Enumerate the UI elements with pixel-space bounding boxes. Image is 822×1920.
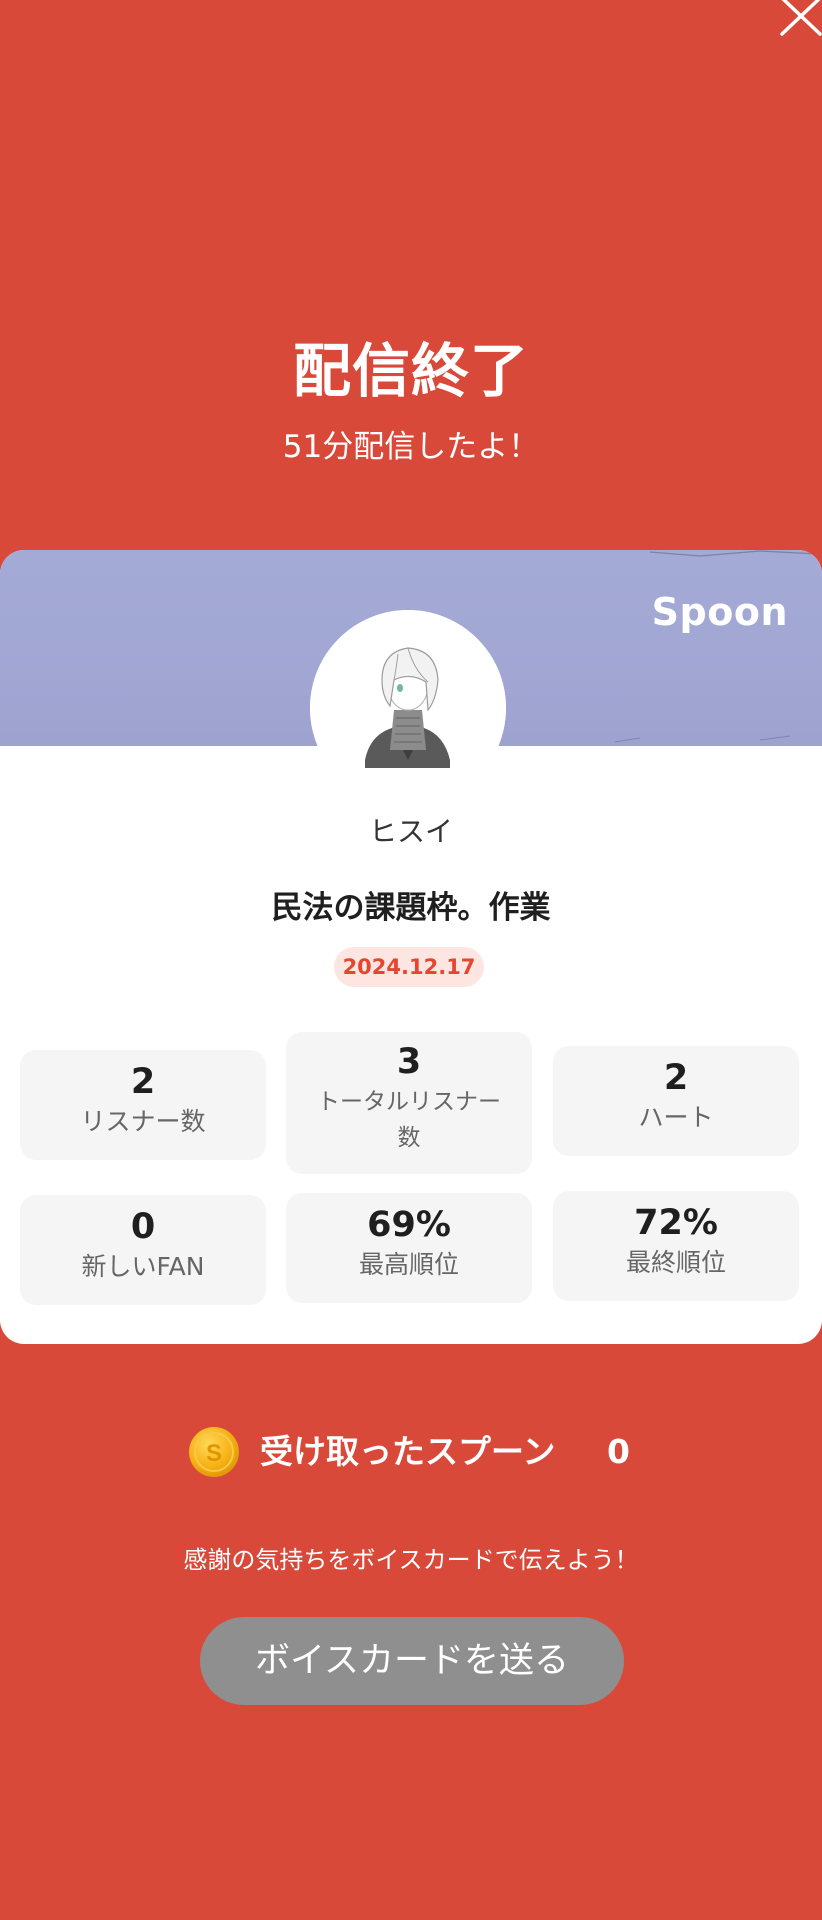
stat-value: 72%: [634, 1203, 718, 1243]
stat-listeners: 2 リスナー数: [20, 1050, 266, 1160]
stat-label: 最終順位: [625, 1248, 726, 1277]
profile-avatar-drawing: [310, 610, 506, 806]
stat-hearts: 2 ハート: [553, 1046, 799, 1156]
page-title: 配信終了: [292, 337, 529, 405]
broadcast-duration-text: 51分配信したよ！: [282, 429, 540, 465]
stat-value: 2: [130, 1062, 156, 1102]
broadcast-result-card: Spoon ヒスイ 民法の課題枠。作業 2024.12.17 2 リスナー数 3…: [0, 550, 822, 1344]
received-spoons: S 受け取ったスプーン 0: [0, 1420, 822, 1484]
close-button[interactable]: [776, 0, 822, 40]
stat-value: 69%: [367, 1205, 451, 1245]
stat-label: 最高順位: [358, 1250, 459, 1279]
username: ヒスイ: [368, 815, 453, 848]
stat-highest-rank: 69% 最高順位: [286, 1193, 532, 1303]
coin-letter: S: [206, 1440, 222, 1467]
stat-total-listeners: 3 トータルリスナー 数: [286, 1032, 532, 1174]
thanks-message: 感謝の気持ちをボイスカードで伝えよう！: [183, 1546, 639, 1574]
stat-label-line1: トータルリスナー: [317, 1089, 501, 1115]
received-spoons-count: 0: [607, 1432, 630, 1471]
stat-value: 0: [130, 1207, 156, 1247]
stat-label: 新しいFAN: [81, 1252, 205, 1281]
stat-value: 2: [663, 1058, 689, 1098]
send-voice-card-button[interactable]: ボイスカードを送る: [200, 1617, 624, 1705]
spoon-coin-icon: S: [189, 1427, 239, 1477]
stat-label: ハート: [638, 1103, 714, 1132]
close-icon[interactable]: [776, 0, 822, 40]
avatar[interactable]: [310, 610, 506, 806]
stat-label-line2: 数: [397, 1125, 421, 1151]
received-spoons-label: 受け取ったスプーン: [260, 1432, 556, 1471]
stat-new-fans: 0 新しいFAN: [20, 1195, 266, 1305]
stat-final-rank: 72% 最終順位: [553, 1191, 799, 1301]
stat-value: 3: [396, 1042, 422, 1082]
spoon-logo: Spoon: [651, 590, 788, 634]
date-badge: 2024.12.17: [334, 947, 484, 987]
stream-title: 民法の課題枠。作業: [271, 890, 551, 926]
stat-label: リスナー数: [80, 1107, 206, 1136]
